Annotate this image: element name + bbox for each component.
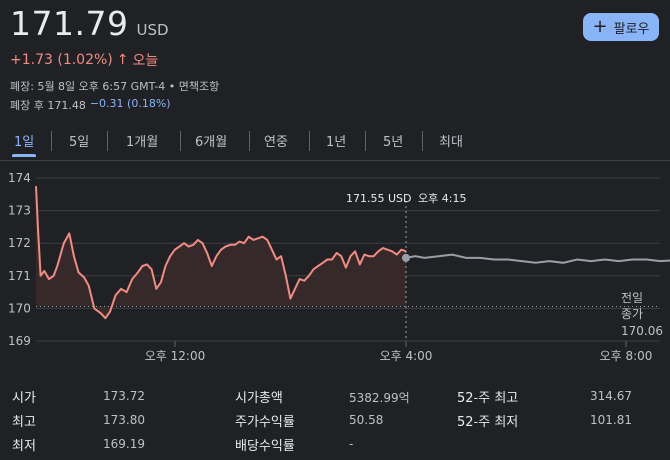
stat-value: -	[349, 437, 354, 451]
y-tick-label: 173	[8, 204, 31, 218]
tab-1d[interactable]: 1일	[8, 126, 40, 157]
tooltip-time: 오후 4:15	[418, 192, 466, 205]
after-hours-price: 폐장 후 171.48	[10, 99, 86, 112]
after-hours-info: 폐장 후 171.48 −0.31 (0.18%)	[10, 97, 171, 113]
stat-value: 314.67	[590, 389, 632, 403]
price-chart[interactable]: 174 173 172 171 170 169 오후 12:00 오후 4:00 오후 8:0…	[0, 163, 670, 373]
tab-divider	[422, 131, 423, 151]
currency-label: USD	[136, 21, 169, 39]
current-price: 171.79	[10, 4, 129, 43]
tab-6m[interactable]: 6개월	[189, 126, 233, 156]
stat-label: 배당수익률	[235, 439, 295, 454]
tab-1y[interactable]: 1년	[320, 126, 352, 156]
y-axis: 174 173 172 171 170 169	[8, 171, 31, 348]
price-change: +1.73 (1.02%) ↑ 오늘	[10, 50, 158, 70]
tab-5d[interactable]: 5일	[63, 126, 95, 156]
stat-label: 시가	[12, 391, 36, 406]
stat-value: 5382.99억	[349, 391, 410, 405]
stat-value: 173.72	[103, 389, 145, 403]
tab-divider	[365, 131, 366, 151]
stat-value: 101.81	[590, 413, 632, 427]
after-hours-change: −0.31 (0.18%)	[89, 97, 171, 110]
x-tick-label: 오후 4:00	[380, 349, 433, 363]
range-tabs: 1일 5일 1개월 6개월 연중 1년 5년 최대	[0, 126, 670, 160]
stat-label: 52-주 최고	[457, 391, 519, 406]
stat-value: 173.80	[103, 413, 145, 427]
follow-button-label: 팔로우	[613, 21, 650, 37]
y-tick-label: 171	[8, 269, 31, 283]
tab-divider	[309, 131, 310, 151]
x-axis: 오후 12:00 오후 4:00 오후 8:00	[145, 341, 653, 363]
hover-dot	[402, 253, 410, 262]
x-tick-label: 오후 12:00	[145, 349, 205, 363]
arrow-up-icon: ↑	[116, 52, 129, 68]
tab-5y[interactable]: 5년	[377, 126, 409, 156]
y-tick-label: 172	[8, 236, 31, 250]
tab-1m[interactable]: 1개월	[120, 126, 164, 156]
tab-divider	[51, 131, 52, 151]
y-tick-label: 170	[8, 301, 31, 315]
after-hours-line	[405, 253, 670, 264]
x-tick-label: 오후 8:00	[600, 349, 653, 363]
change-period: 오늘	[132, 53, 159, 69]
y-tick-label: 174	[8, 171, 31, 185]
plus-icon: +	[592, 16, 608, 37]
stat-label: 최고	[12, 415, 36, 430]
change-value: +1.73 (1.02%)	[10, 52, 113, 68]
y-tick-label: 169	[8, 334, 31, 348]
stat-label: 52-주 최저	[457, 415, 519, 430]
tab-max[interactable]: 최대	[433, 126, 469, 156]
stat-label: 최저	[12, 439, 36, 454]
tab-divider	[249, 131, 250, 151]
follow-button[interactable]: + 팔로우	[583, 13, 659, 41]
stat-label: 주가수익률	[235, 415, 295, 430]
stat-value: 50.58	[349, 413, 384, 427]
previous-close-value: 170.06	[621, 324, 663, 338]
hover-tooltip: 171.55 USD 오후 4:15	[346, 192, 466, 205]
tab-ytd[interactable]: 연중	[258, 126, 294, 156]
quote-header: 171.79 USD	[10, 4, 169, 43]
stat-label: 시가총액	[235, 391, 283, 406]
close-info: 폐장: 5월 8일 오후 6:57 GMT-4 • 면책조항	[10, 80, 220, 93]
tabs-divider	[0, 160, 670, 161]
previous-close-label-2: 종가	[621, 307, 643, 321]
tooltip-value: 171.55 USD	[346, 192, 412, 205]
tab-divider	[107, 131, 108, 151]
stat-value: 169.19	[103, 437, 145, 451]
previous-close-label: 전일	[621, 291, 643, 305]
tab-divider	[180, 131, 181, 151]
